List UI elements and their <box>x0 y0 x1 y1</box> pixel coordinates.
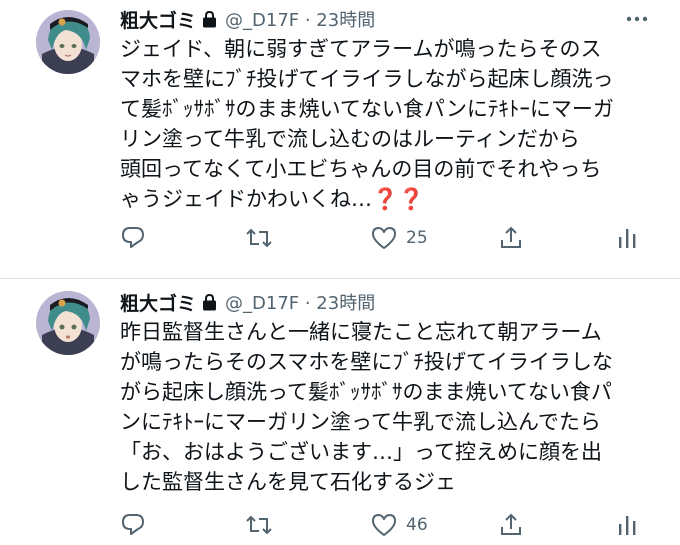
reply-button[interactable] <box>120 505 154 545</box>
analytics-button[interactable] <box>616 218 638 258</box>
handle-and-timestamp[interactable]: @_D17F · 23時間 <box>225 289 375 315</box>
tweet-header: 粗大ゴミ @_D17F · 23時間 <box>120 6 375 32</box>
reply-button[interactable] <box>120 218 154 258</box>
tweet-text-line: 頭回ってなくて小エビちゃんの目の前でそれやっち <box>120 157 602 181</box>
handle-and-timestamp[interactable]: @_D17F · 23時間 <box>225 6 375 32</box>
tweet-header: 粗大ゴミ @_D17F · 23時間 <box>120 289 375 315</box>
more-options-icon[interactable] <box>622 6 652 32</box>
retweet-icon <box>246 228 272 248</box>
tweet-text: 昨日監督生さんと一緒に寝たこと忘れて朝アラーム が鳴ったらそのスマホを壁にﾌﾞﾁ… <box>120 317 660 497</box>
tweet-text-line: ンにﾃｷﾄｰにマーガリン塗って牛乳で流し込んでたら <box>120 410 601 434</box>
like-count: 46 <box>406 515 428 535</box>
like-button[interactable]: 25 <box>370 218 428 258</box>
retweet-button[interactable] <box>244 218 282 258</box>
tweet-text-line: した監督生さんを見て石化するジェ <box>120 470 456 494</box>
question-mark-emoji: ❓ <box>372 187 399 211</box>
share-icon <box>501 226 521 248</box>
share-button[interactable] <box>498 218 524 258</box>
share-button[interactable] <box>498 505 524 545</box>
tweet-2[interactable]: 粗大ゴミ @_D17F · 23時間 昨日監督生さんと一緒に寝たこと忘れて朝アラ… <box>0 279 680 542</box>
tweet-actions: 46 <box>0 505 680 545</box>
reply-icon <box>122 514 144 535</box>
lock-icon <box>203 10 217 28</box>
tweet-text-line: 「お、おはようございます…」って控えめに顔を出 <box>120 440 602 464</box>
tweet-text-line: がら起床し顔洗って髪ﾎﾞｯｻﾎﾞｻのまま焼いてない食パ <box>120 380 612 404</box>
tweet-actions: 25 <box>0 218 680 258</box>
tweet-text-line: マホを壁にﾌﾞﾁ投げてイライラしながら起床し顔洗っ <box>120 67 614 91</box>
tweet-text-line: が鳴ったらそのスマホを壁にﾌﾞﾁ投げてイライラしな <box>120 350 613 374</box>
avatar[interactable] <box>36 291 100 355</box>
retweet-button[interactable] <box>244 505 282 545</box>
retweet-icon <box>246 515 272 535</box>
tweet-text-line: リン塗って牛乳で流し込むのはルーティンだから <box>120 127 580 151</box>
tweet-1[interactable]: 粗大ゴミ @_D17F · 23時間 ジェイド、朝に弱すぎてアラームが鳴ったらそ… <box>0 0 680 275</box>
like-button[interactable]: 46 <box>370 505 428 545</box>
tweet-text-line: 昨日監督生さんと一緒に寝たこと忘れて朝アラーム <box>120 320 602 344</box>
share-icon <box>501 513 521 535</box>
like-count: 25 <box>406 228 428 248</box>
analytics-icon <box>619 229 636 248</box>
display-name[interactable]: 粗大ゴミ <box>120 289 196 316</box>
heart-icon <box>372 227 396 249</box>
tweet-text: ジェイド、朝に弱すぎてアラームが鳴ったらそのス マホを壁にﾌﾞﾁ投げてイライラし… <box>120 34 660 214</box>
heart-icon <box>372 514 396 536</box>
tweet-text-line: ジェイド、朝に弱すぎてアラームが鳴ったらそのス <box>120 37 602 61</box>
lock-icon <box>203 293 217 311</box>
question-mark-emoji: ❓ <box>398 187 425 211</box>
display-name[interactable]: 粗大ゴミ <box>120 6 196 33</box>
avatar[interactable] <box>36 10 100 74</box>
tweet-text-line: て髪ﾎﾞｯｻﾎﾞｻのまま焼いてない食パンにﾃｷﾄｰにマーガ <box>120 97 614 121</box>
analytics-button[interactable] <box>616 505 638 545</box>
analytics-icon <box>619 516 636 535</box>
tweet-text-line: ゃうジェイドかわいくね…❓❓ <box>120 187 425 211</box>
reply-icon <box>122 227 144 248</box>
